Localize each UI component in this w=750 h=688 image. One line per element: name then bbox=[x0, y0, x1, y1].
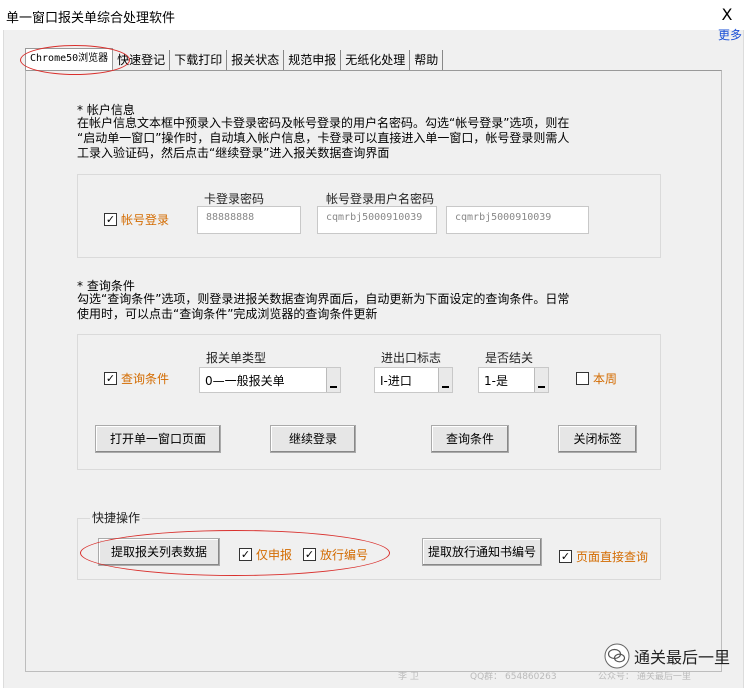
checkmark-icon: ✓ bbox=[104, 372, 117, 385]
tab-help[interactable]: 帮助 bbox=[410, 50, 444, 70]
account-credentials-label: 帐号登录用户名密码 bbox=[326, 192, 435, 206]
fetch-customs-list-button[interactable]: 提取报关列表数据 bbox=[98, 538, 220, 566]
query-condition-checkbox[interactable]: ✓ 查询条件 bbox=[104, 370, 169, 387]
footer-author: 李 卫 bbox=[398, 672, 419, 682]
checkmark-icon: ✓ bbox=[104, 213, 117, 226]
wechat-icon bbox=[604, 643, 630, 669]
continue-login-button[interactable]: 继续登录 bbox=[270, 425, 356, 453]
account-description: 在帐户信息文本框中预录入卡登录密码及帐号登录的用户名密码。勾选“帐号登录”选项，… bbox=[77, 116, 570, 160]
closed-select[interactable]: 1-是 bbox=[478, 367, 549, 393]
ie-flag-label: 进出口标志 bbox=[381, 351, 442, 365]
card-password-input[interactable]: 88888888 bbox=[197, 206, 301, 234]
this-week-checkbox[interactable]: 本周 bbox=[576, 370, 617, 387]
tab-quick-register[interactable]: 快速登记 bbox=[113, 50, 171, 70]
checkmark-icon: ✓ bbox=[239, 548, 252, 561]
declaration-type-label: 报关单类型 bbox=[206, 351, 267, 365]
query-description: 勾选“查询条件”选项，则登录进报关数据查询界面后，自动更新为下面设定的查询条件。… bbox=[77, 292, 570, 321]
ie-flag-select[interactable]: I-进口 bbox=[374, 367, 453, 393]
release-number-label: 放行编号 bbox=[320, 548, 369, 562]
close-tab-button[interactable]: 关闭标签 bbox=[558, 425, 637, 453]
tab-download-print[interactable]: 下载打印 bbox=[170, 50, 228, 70]
checkbox-empty-icon bbox=[576, 372, 589, 385]
shortcut-group-label: 快捷操作 bbox=[90, 509, 143, 526]
footer-public-account: 公众号： 通关最后一里 bbox=[598, 672, 691, 682]
username-input[interactable]: cqmrbj5000910039 bbox=[317, 206, 437, 234]
tab-paperless[interactable]: 无纸化处理 bbox=[341, 50, 411, 70]
declaration-type-select[interactable]: 0—一般报关单 bbox=[199, 367, 341, 393]
tab-standard-declare[interactable]: 规范申报 bbox=[284, 50, 342, 70]
title-bar: 单一窗口报关单综合处理软件 X bbox=[0, 0, 750, 30]
fetch-release-notice-button[interactable]: 提取放行通知书编号 bbox=[422, 538, 542, 566]
only-declare-label: 仅申报 bbox=[256, 548, 293, 562]
tab-chrome50[interactable]: Chrome50浏览器 bbox=[25, 48, 114, 70]
background-right bbox=[744, 0, 750, 688]
closed-label: 是否结关 bbox=[485, 351, 534, 365]
checkmark-icon: ✓ bbox=[559, 550, 572, 563]
only-declare-checkbox[interactable]: ✓ 仅申报 bbox=[239, 546, 292, 563]
account-login-label: 帐号登录 bbox=[121, 213, 170, 227]
card-password-label: 卡登录密码 bbox=[204, 192, 265, 206]
password-input[interactable]: cqmrbj5000910039 bbox=[446, 206, 589, 234]
direct-query-label: 页面直接查询 bbox=[576, 550, 649, 564]
footer-qq: QQ群： 654860263 bbox=[470, 672, 557, 682]
tab-bar: Chrome50浏览器 快速登记 下载打印 报关状态 规范申报 无纸化处理 帮助 bbox=[25, 48, 444, 70]
this-week-label: 本周 bbox=[593, 372, 618, 386]
watermark: 通关最后一里 bbox=[604, 643, 730, 669]
query-condition-button[interactable]: 查询条件 bbox=[431, 425, 509, 453]
open-single-window-button[interactable]: 打开单一窗口页面 bbox=[95, 425, 221, 453]
release-number-checkbox[interactable]: ✓ 放行编号 bbox=[303, 546, 368, 563]
dropdown-button[interactable] bbox=[326, 368, 340, 392]
close-button[interactable]: X bbox=[716, 4, 738, 26]
dropdown-button[interactable] bbox=[534, 368, 548, 392]
direct-query-checkbox[interactable]: ✓ 页面直接查询 bbox=[559, 548, 648, 565]
more-link[interactable]: 更多 bbox=[718, 26, 742, 43]
window-title: 单一窗口报关单综合处理软件 bbox=[6, 11, 176, 26]
dropdown-button[interactable] bbox=[438, 368, 452, 392]
checkmark-icon: ✓ bbox=[303, 548, 316, 561]
watermark-text: 通关最后一里 bbox=[633, 648, 730, 667]
account-login-checkbox[interactable]: ✓ 帐号登录 bbox=[104, 211, 169, 228]
query-condition-label: 查询条件 bbox=[121, 372, 170, 386]
tab-customs-status[interactable]: 报关状态 bbox=[227, 50, 285, 70]
